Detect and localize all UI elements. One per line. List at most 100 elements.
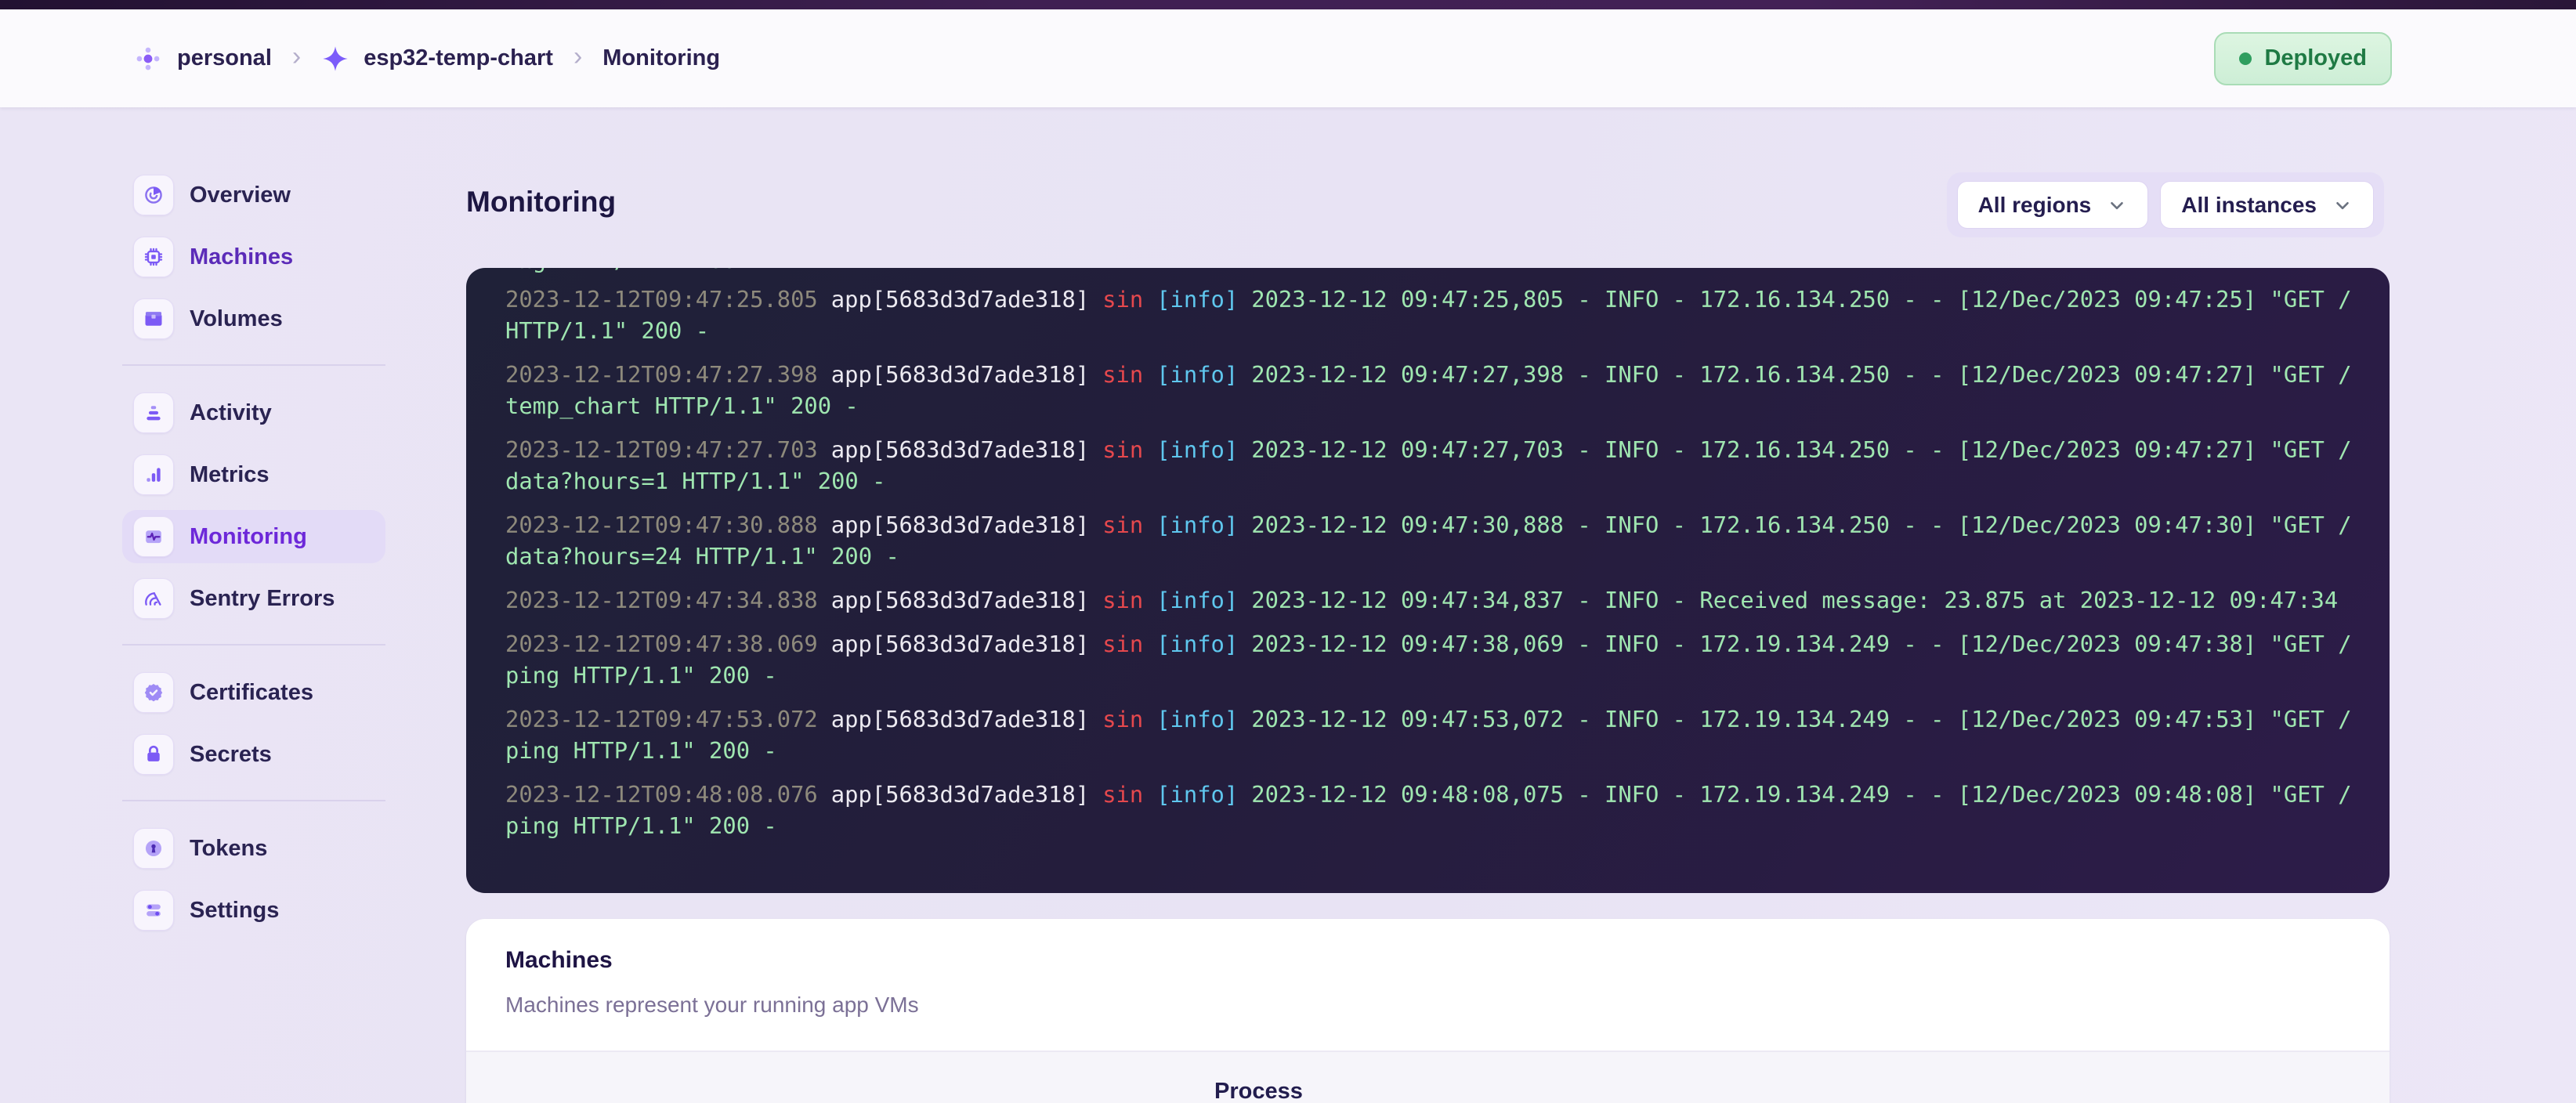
overview-gauge-icon — [133, 175, 174, 215]
log-region: sin — [1102, 512, 1144, 538]
sidebar-item-label: Overview — [190, 182, 291, 208]
lock-icon — [133, 734, 174, 775]
app-header: personal › esp32-temp-chart › Monitoring… — [0, 9, 2576, 107]
sentry-icon — [133, 578, 174, 619]
log-line: 2023-12-12T09:48:08.076 app[5683d3d7ade31… — [505, 779, 2354, 841]
log-timestamp: 2023-12-12T09:48:08.076 — [505, 781, 818, 808]
sidebar-item-monitoring[interactable]: Monitoring — [122, 510, 385, 563]
sidebar-item-label: Tokens — [190, 835, 268, 861]
breadcrumb-app-label: esp32-temp-chart — [364, 45, 553, 71]
activity-stack-icon — [133, 392, 174, 433]
log-region: sin — [1102, 587, 1144, 613]
page-title: Monitoring — [466, 186, 617, 218]
sidebar-item-activity[interactable]: Activity — [122, 386, 385, 439]
breadcrumb-org[interactable]: personal — [133, 44, 272, 74]
sidebar-item-sentry-errors[interactable]: Sentry Errors — [122, 572, 385, 625]
page-body: Overview Machines Volumes Activity Metri… — [0, 107, 2576, 1103]
breadcrumb-page[interactable]: Monitoring — [602, 45, 720, 71]
log-level: [info] — [1156, 436, 1239, 463]
log-level: [info] — [1156, 361, 1239, 388]
instance-filter-value: All instances — [2181, 192, 2317, 217]
log-app-instance: app[5683d3d7ade318] — [830, 706, 1090, 732]
sidebar-item-machines[interactable]: Machines — [122, 230, 385, 284]
log-app-instance: app[5683d3d7ade318] — [830, 587, 1090, 613]
log-timestamp: 2023-12-12T09:47:25.805 — [505, 286, 818, 313]
machines-card: Machines Machines represent your running… — [466, 919, 2390, 1103]
sidebar-divider — [122, 644, 385, 646]
machines-table-header-row: Process — [466, 1052, 2390, 1103]
cpu-chip-icon — [133, 237, 174, 277]
status-dot-icon — [2239, 52, 2252, 65]
log-app-instance: app[5683d3d7ade318] — [830, 286, 1090, 313]
log-message: 2023-12-12 09:47:34,837 - INFO - Receive… — [1251, 587, 2339, 613]
sidebar-divider — [122, 364, 385, 366]
sidebar-item-label: Monitoring — [190, 523, 307, 549]
breadcrumb-org-label: personal — [177, 45, 272, 71]
machines-card-title: Machines — [505, 947, 613, 973]
log-timestamp: 2023-12-12T09:47:27.703 — [505, 436, 818, 463]
instance-filter-dropdown[interactable]: All instances — [2160, 181, 2374, 229]
log-level: [info] — [1156, 587, 1239, 613]
app-sparkle-icon — [321, 45, 349, 73]
log-timestamp: 2023-12-12T09:47:34.838 — [505, 587, 818, 613]
log-timestamp: 2023-12-12T09:47:53.072 — [505, 706, 818, 732]
chevron-down-icon — [2336, 201, 2349, 209]
log-timestamp: 2023-12-12T09:47:27.398 — [505, 361, 818, 388]
log-app-instance: app[5683d3d7ade318] — [830, 781, 1090, 808]
log-app-instance: app[5683d3d7ade318] — [830, 631, 1090, 657]
machines-card-header: Machines Machines represent your running… — [466, 919, 2390, 1018]
org-avatar-icon — [133, 44, 163, 74]
sidebar-divider — [122, 800, 385, 801]
log-line: 2023-12-12T09:47:25.805 app[5683d3d7ade31… — [505, 284, 2354, 346]
breadcrumb: personal › esp32-temp-chart › Monitoring — [133, 42, 720, 74]
sidebar-item-label: Activity — [190, 400, 272, 425]
box-icon — [133, 298, 174, 339]
log-level: [info] — [1156, 706, 1239, 732]
log-app-instance: app[5683d3d7ade318] — [830, 436, 1090, 463]
settings-sliders-icon — [133, 890, 174, 931]
sidebar-item-metrics[interactable]: Metrics — [122, 448, 385, 501]
chevron-down-icon — [2111, 201, 2124, 209]
log-level: [info] — [1156, 286, 1239, 313]
region-filter-value: All regions — [1977, 192, 2092, 217]
log-region: sin — [1102, 361, 1144, 388]
sidebar-item-label: Certificates — [190, 679, 313, 705]
sidebar-item-overview[interactable]: Overview — [122, 168, 385, 222]
log-app-instance: app[5683d3d7ade318] — [830, 512, 1090, 538]
log-filters: All regions All instances — [1946, 172, 2384, 237]
sidebar-item-label: Volumes — [190, 306, 283, 331]
sidebar-item-tokens[interactable]: Tokens — [122, 822, 385, 875]
log-timestamp: 2023-12-12T09:47:38.069 — [505, 631, 818, 657]
log-line: 2023-12-12T09:47:27.703 app[5683d3d7ade31… — [505, 434, 2354, 497]
sidebar-item-label: Secrets — [190, 741, 272, 767]
status-badge[interactable]: Deployed — [2214, 31, 2392, 85]
log-line: 2023-12-12T09:47:27.398 app[5683d3d7ade31… — [505, 359, 2354, 421]
log-console[interactable]: ing HTTP/1.1" 200 - 2023-12-12T09:47:25.… — [466, 268, 2390, 893]
sidebar-nav: Overview Machines Volumes Activity Metri… — [122, 168, 385, 946]
log-line: 2023-12-12T09:47:38.069 app[5683d3d7ade31… — [505, 628, 2354, 691]
sidebar-item-certificates[interactable]: Certificates — [122, 666, 385, 719]
log-region: sin — [1102, 631, 1144, 657]
log-line: 2023-12-12T09:47:53.072 app[5683d3d7ade31… — [505, 703, 2354, 766]
log-line-clipped: ing HTTP/1.1" 200 - — [505, 268, 2354, 279]
machines-card-subtitle: Machines represent your running app VMs — [505, 993, 919, 1017]
window-top-strip — [0, 0, 2576, 9]
log-region: sin — [1102, 706, 1144, 732]
sidebar-item-secrets[interactable]: Secrets — [122, 728, 385, 781]
log-level: [info] — [1156, 781, 1239, 808]
log-line: 2023-12-12T09:47:30.888 app[5683d3d7ade31… — [505, 509, 2354, 572]
region-filter-dropdown[interactable]: All regions — [1956, 181, 2149, 229]
status-badge-label: Deployed — [2264, 45, 2367, 71]
log-region: sin — [1102, 436, 1144, 463]
breadcrumb-separator: › — [291, 42, 302, 71]
sidebar-item-label: Metrics — [190, 461, 270, 487]
certificate-seal-icon — [133, 672, 174, 713]
log-region: sin — [1102, 781, 1144, 808]
breadcrumb-separator: › — [573, 42, 583, 71]
breadcrumb-page-label: Monitoring — [602, 45, 721, 71]
sidebar-item-settings[interactable]: Settings — [122, 884, 385, 937]
log-level: [info] — [1156, 631, 1239, 657]
breadcrumb-app[interactable]: esp32-temp-chart — [321, 45, 553, 73]
sidebar-item-label: Machines — [190, 244, 294, 269]
sidebar-item-volumes[interactable]: Volumes — [122, 292, 385, 345]
